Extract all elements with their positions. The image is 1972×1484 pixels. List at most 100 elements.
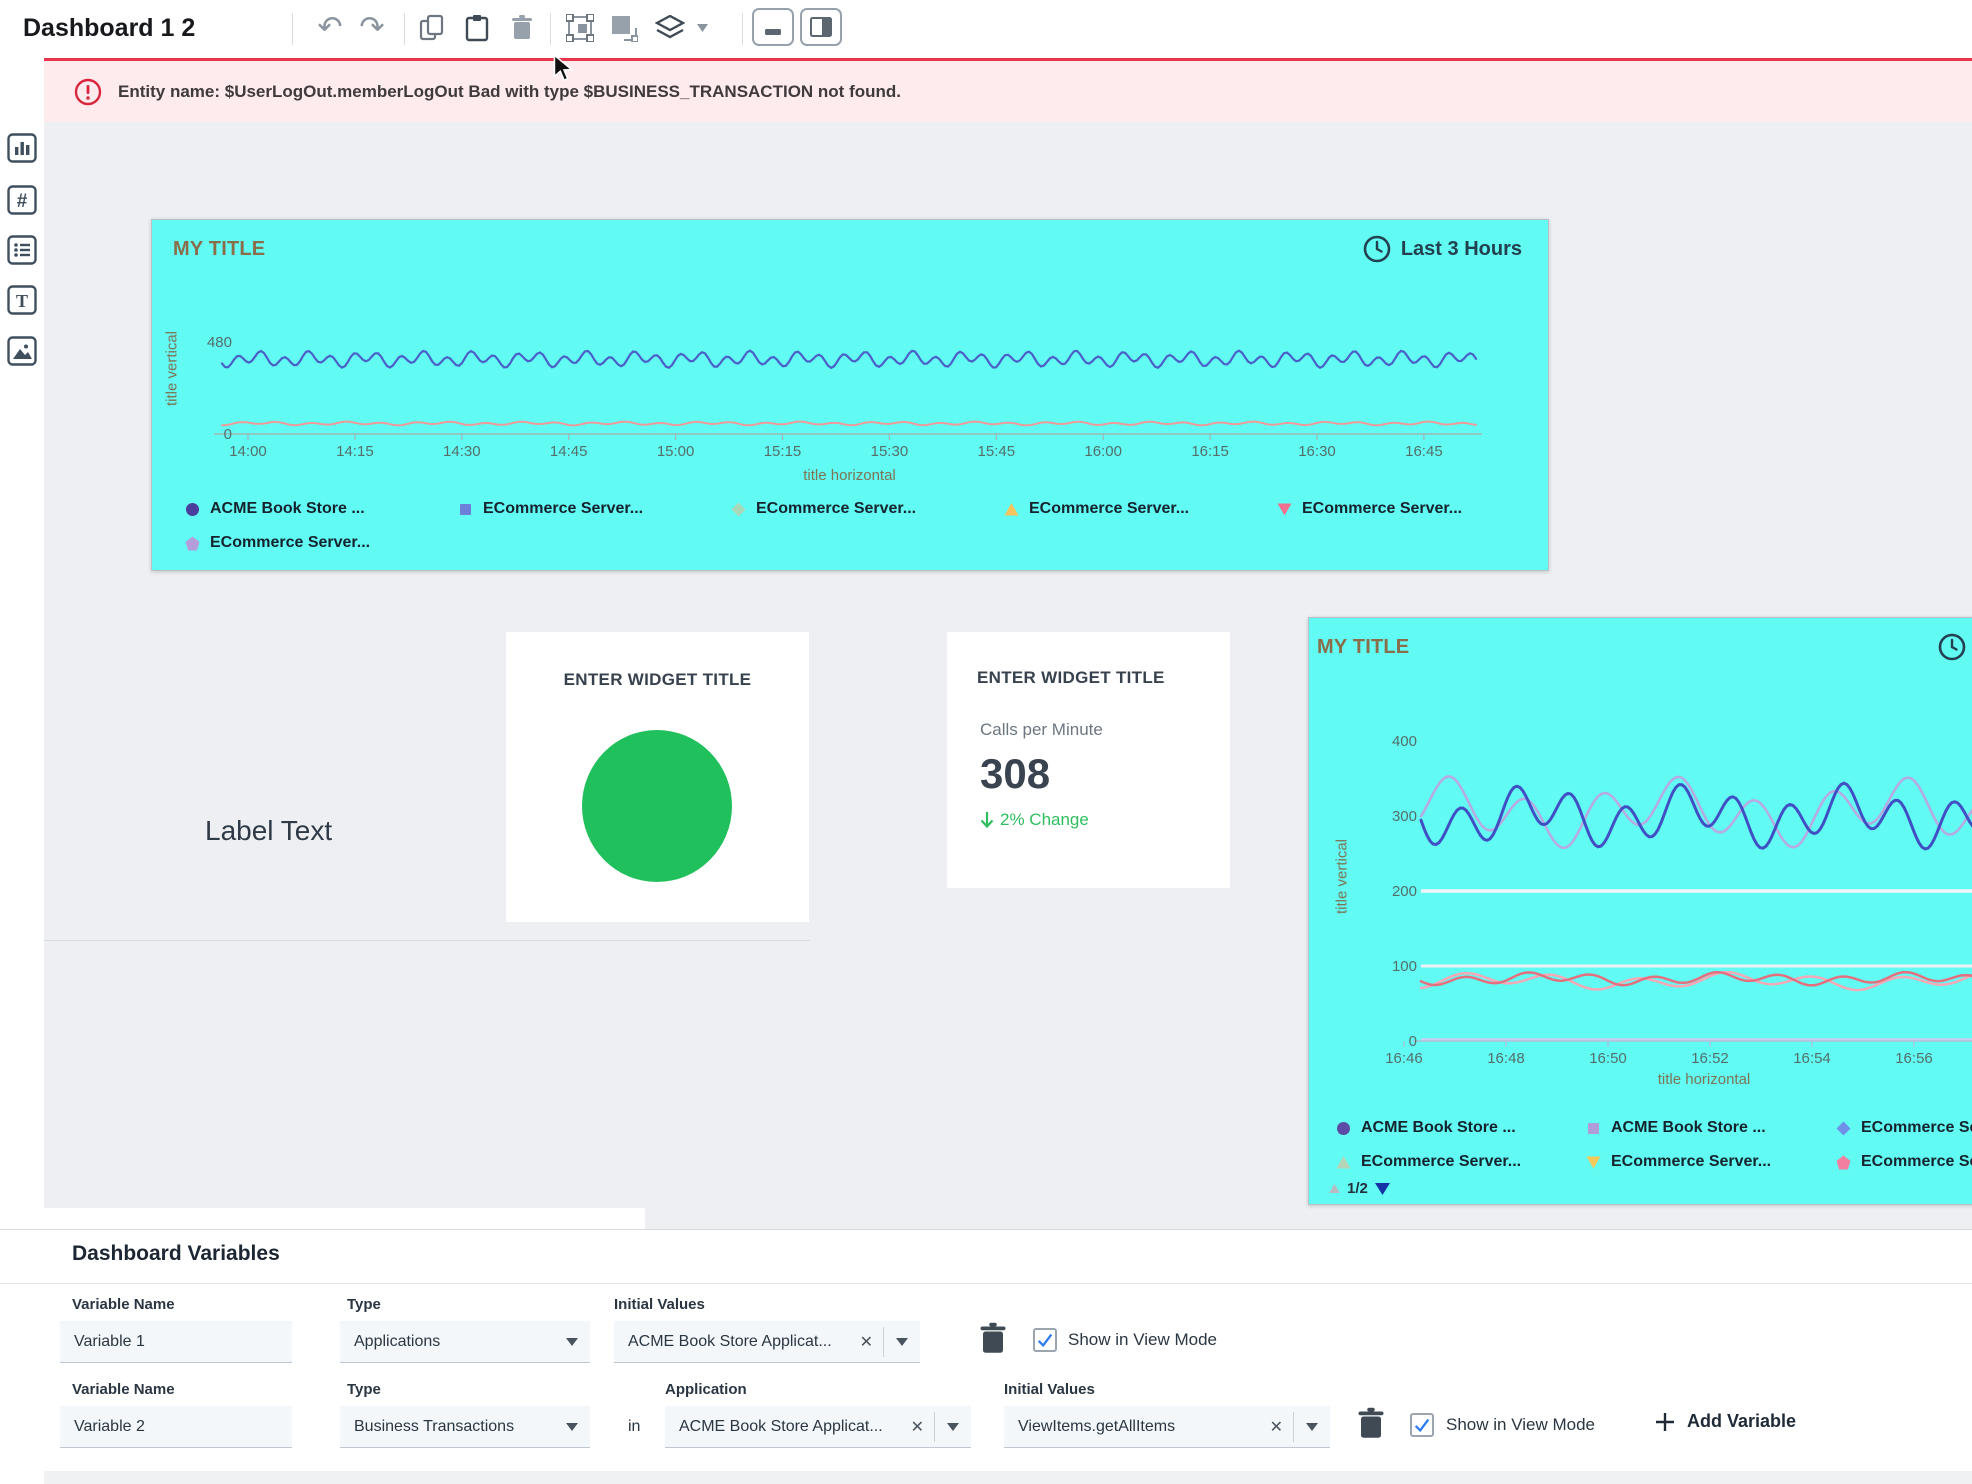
select-caret[interactable] [884,1338,920,1346]
clock-icon [1937,632,1967,662]
show-in-view-mode-checkbox[interactable] [1410,1413,1434,1437]
svg-text:T: T [16,291,28,311]
variable-name-input[interactable]: Variable 2 [60,1406,292,1448]
label-widget[interactable]: Label Text [205,815,332,847]
delete-variable-button[interactable] [1356,1407,1386,1441]
group-button[interactable] [560,8,600,48]
timeseries-widget-2[interactable]: MY TITLE title vertical 16:4616:4816:501… [1308,617,1972,1205]
widget-boundary-line [44,940,810,941]
pie-widget[interactable]: ENTER WIDGET TITLE [506,632,809,922]
type-select[interactable]: Business Transactions [340,1406,590,1448]
paste-button[interactable] [457,8,497,48]
metric-value: 308 [980,750,1050,798]
legend-item[interactable]: ACME Book Store ... [185,492,458,526]
time-range-label: Last 3 Hours [1401,238,1522,261]
legend-item[interactable]: ECommerce Server... [731,492,1004,526]
initial-values-select[interactable]: ACME Book Store Applicat... ✕ [614,1321,920,1363]
redo-button[interactable]: ↷ [352,8,392,48]
svg-text:16:45: 16:45 [1405,443,1443,460]
number-widget-icon[interactable]: # [7,185,37,215]
triangle-up-marker-icon [1336,1155,1351,1170]
circle-marker-icon [185,502,200,517]
paste-icon [465,14,489,42]
legend-label: ECommerce Server... [1361,1153,1521,1171]
type-label: Type [347,1296,381,1313]
delete-button[interactable] [502,8,542,48]
add-variable-label: Add Variable [1687,1411,1796,1432]
chevron-down-icon [697,24,708,32]
page-up-icon[interactable] [1329,1184,1340,1193]
svg-text:480: 480 [207,334,232,351]
remove-token-icon[interactable]: ✕ [860,1332,873,1352]
legend-label: ECommerce Server... [1029,500,1189,518]
legend-item[interactable]: ECommerce Server... [1586,1145,1836,1179]
legend-item[interactable]: ACME Book Store ... [1586,1111,1836,1145]
text-widget-icon[interactable]: T [7,285,37,315]
checkbox-label: Show in View Mode [1068,1330,1217,1350]
initial-values-select[interactable]: ViewItems.getAllItems ✕ [1004,1406,1330,1448]
application-select[interactable]: ACME Book Store Applicat... ✕ [665,1406,971,1448]
error-message: Entity name: $UserLogOut.memberLogOut Ba… [118,82,901,102]
layers-button[interactable] [650,8,690,48]
legend-item[interactable]: ACME Book Store ... [1336,1111,1586,1145]
checkbox-label: Show in View Mode [1446,1415,1595,1435]
remove-token-icon[interactable]: ✕ [911,1417,924,1437]
layers-dropdown-button[interactable] [690,8,714,48]
svg-text:14:30: 14:30 [443,443,481,460]
mouse-cursor [552,54,576,82]
svg-text:0: 0 [1409,1033,1417,1050]
legend-pager: 1/2 [1329,1180,1390,1197]
token-value: ViewItems.getAllItems [1018,1418,1175,1436]
type-label: Type [347,1381,381,1398]
page-down-icon[interactable] [1375,1183,1390,1195]
footer-strip [44,1471,1972,1484]
legend-item[interactable]: ECommerce Server... [185,526,458,560]
select-caret[interactable] [935,1423,971,1431]
toolbar-divider [404,13,405,45]
legend-item[interactable]: ECommerce Server... [1277,492,1550,526]
select-caret[interactable] [1294,1423,1330,1431]
legend-item[interactable]: ECommerce Ser... [1836,1145,1972,1179]
time-range[interactable]: Last 3 Hours [1362,234,1522,264]
undo-button[interactable]: ↶ [310,8,350,48]
metric-label: Calls per Minute [980,720,1103,740]
legend-label: ECommerce Server... [1302,500,1462,518]
change-label: 2% Change [1000,810,1089,830]
delete-variable-button[interactable] [978,1322,1008,1356]
legend-item[interactable]: ECommerce Server... [458,492,731,526]
legend-item[interactable]: ECommerce Server... [1004,492,1277,526]
show-in-view-mode-checkbox[interactable] [1033,1328,1057,1352]
svg-text:title horizontal: title horizontal [803,467,896,484]
add-variable-button[interactable]: Add Variable [1655,1411,1796,1432]
widget-title: ENTER WIDGET TITLE [977,668,1165,688]
triangle-up-marker-icon [1004,502,1019,517]
chart-legend: ACME Book Store ...ECommerce Server...EC… [185,492,1551,560]
time-range[interactable] [1937,632,1967,662]
toolbar-divider [742,13,743,45]
timeseries-widget-1[interactable]: MY TITLE Last 3 Hours title vertical 14:… [151,219,1549,571]
alert-icon [74,78,102,106]
toggle-right-panel-button[interactable] [800,8,842,46]
legend-item[interactable]: ECommerce Server... [1336,1145,1586,1179]
legend-label: ECommerce Server... [756,500,916,518]
list-widget-icon[interactable] [7,235,37,265]
toggle-bottom-panel-button[interactable] [752,8,794,46]
line-chart: 14:0014:1514:3014:4515:0015:1515:3015:45… [182,310,1527,490]
image-widget-icon[interactable] [7,336,37,366]
remove-token-icon[interactable]: ✕ [1270,1417,1283,1437]
legend-item[interactable]: ECommerce Ser... [1836,1111,1972,1145]
widget-palette: # T [0,58,44,1229]
svg-text:400: 400 [1392,733,1417,750]
chart-widget-icon[interactable] [7,133,37,163]
metric-widget[interactable]: ENTER WIDGET TITLE Calls per Minute 308 … [947,632,1230,888]
pie-chart-circle [582,730,732,882]
square-marker-icon [458,502,473,517]
svg-text:16:56: 16:56 [1895,1050,1933,1067]
ungroup-button[interactable] [604,8,644,48]
undo-icon: ↶ [317,13,342,43]
variable-name-input[interactable]: Variable 1 [60,1321,292,1363]
y-axis-title: title vertical [164,314,181,424]
type-select[interactable]: Applications [340,1321,590,1363]
copy-button[interactable] [412,8,452,48]
check-icon [1413,1416,1431,1434]
